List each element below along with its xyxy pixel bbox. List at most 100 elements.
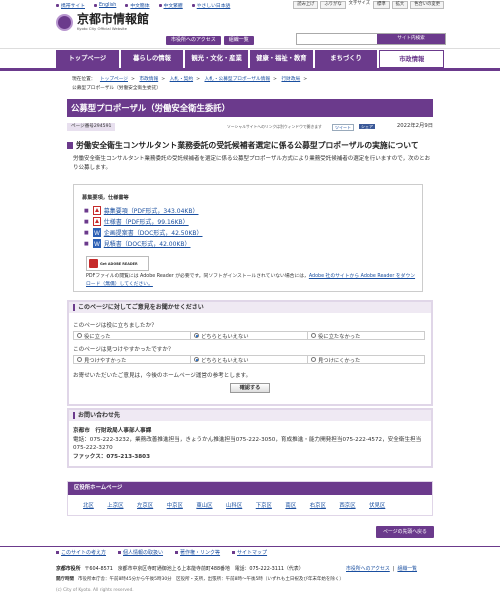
tweet-button[interactable]: ツイート: [332, 124, 354, 131]
square-bullet-icon: [56, 4, 59, 7]
breadcrumb-item[interactable]: 入札・契約: [170, 77, 193, 82]
radio-button[interactable]: [194, 333, 199, 338]
square-bullet-icon: [56, 551, 59, 554]
nav-item-top[interactable]: トップページ: [56, 50, 119, 68]
document-link[interactable]: 募集要項（PDF形式，343.04KB）: [104, 206, 199, 215]
util-link-easy-japanese[interactable]: やさしい日本語: [191, 2, 230, 9]
documents-list: ■ 募集要項（PDF形式，343.04KB） ■ 仕様書（PDF形式，99.16…: [84, 205, 203, 249]
nav-item-tourism[interactable]: 観光・文化・産業: [185, 50, 249, 68]
radio-option[interactable]: 役に立たなかった: [308, 332, 424, 340]
ward-link[interactable]: 伏見区: [369, 501, 385, 509]
font-size-large-button[interactable]: 拡大: [391, 1, 409, 9]
document-link[interactable]: 仕様書（PDF形式，99.16KB）: [104, 217, 189, 226]
confirm-button[interactable]: 確認する: [230, 383, 270, 393]
square-bullet-icon: [118, 551, 122, 554]
document-link[interactable]: 企画提案書（DOC形式，42.50KB）: [104, 228, 203, 237]
footer-org-link[interactable]: 組織一覧: [397, 565, 417, 573]
color-change-button[interactable]: 色合いの変更: [410, 1, 444, 9]
page-number: ページ番号294591: [67, 123, 116, 131]
breadcrumb-item[interactable]: 入札・公募型プロポーザル情報: [204, 77, 270, 82]
back-to-top-button[interactable]: ページの先頭へ戻る: [376, 526, 434, 538]
update-date: 2022年2月9日: [396, 123, 433, 129]
footer-link[interactable]: このサイトの考え方: [56, 549, 106, 556]
word-file-icon: W: [92, 239, 101, 248]
utility-bar: 携帯サイト English 中文簡体 中文繁體 やさしい日本語 読み上げ ふりが…: [0, 0, 500, 9]
util-link-mobile[interactable]: 携帯サイト: [56, 2, 85, 9]
contact-fax: ファックス：075-213-3803: [73, 453, 150, 460]
font-size-standard-button[interactable]: 標準: [373, 1, 390, 9]
util-link-chinese-simplified[interactable]: 中文簡体: [125, 2, 150, 9]
footer-link[interactable]: 著作権・リンク等: [175, 549, 220, 556]
adobe-badge-text: Get ADOBE READER: [100, 261, 138, 266]
furigana-button[interactable]: ふりがな: [320, 1, 346, 9]
svg-text:W: W: [94, 242, 100, 248]
feedback-form: このページに対してご意見をお聞かせください このページは役に立ちましたか？ 役に…: [67, 300, 433, 406]
feedback-question-2: このページは見つけやすかったですか？: [73, 347, 174, 353]
util-link-chinese-traditional[interactable]: 中文繁體: [158, 2, 183, 9]
square-bullet-icon: [232, 551, 236, 554]
nav-underline: [0, 68, 500, 71]
radio-option[interactable]: 役に立った: [74, 332, 191, 340]
ward-link[interactable]: 南区: [285, 501, 296, 509]
ward-link[interactable]: 右京区: [310, 501, 326, 509]
nav-item-city-planning[interactable]: まちづくり: [314, 50, 378, 68]
footer-link[interactable]: サイトマップ: [232, 549, 267, 556]
contact-dept: 京都市 行財政局人事部人事課: [73, 428, 152, 434]
adobe-reader-badge[interactable]: Get ADOBE READER: [86, 256, 149, 271]
nav-item-living[interactable]: 暮らしの情報: [120, 50, 184, 68]
footer-hours-label: 開庁時間: [56, 577, 74, 582]
heading-marker-icon: [73, 412, 75, 419]
footer-address-text: 〒604-8571 京都市中京区寺町通御池上る上本能寺前町488番地 電話：07…: [84, 566, 304, 572]
feedback-options-2: 見つけやすかった どちらともいえない 見つけにくかった: [73, 355, 425, 364]
bullet-icon: ■: [84, 218, 89, 225]
breadcrumb-item[interactable]: 行財政局: [281, 77, 300, 82]
radio-option[interactable]: 見つけにくかった: [308, 356, 424, 364]
radio-option[interactable]: どちらともいえない: [191, 356, 308, 364]
footer-hours-text: 市役所本庁舎：午前8時45分から午後5時30分 区役所・支所，出張所：午前8時～…: [78, 577, 344, 582]
footer-address-label: 京都市役所: [56, 566, 81, 572]
nav-item-health[interactable]: 健康・福祉・教育: [250, 50, 313, 68]
radio-button[interactable]: [311, 333, 316, 338]
ward-link[interactable]: 北区: [83, 501, 94, 509]
city-seal-icon: [56, 13, 73, 31]
square-bullet-icon: [158, 4, 162, 7]
word-file-icon: W: [92, 228, 101, 237]
heading-marker-icon: [73, 304, 75, 311]
font-size-label: 文字サイズ: [348, 1, 371, 6]
radio-option[interactable]: 見つけやすかった: [74, 356, 191, 364]
document-link[interactable]: 見積書（DOC形式，42.00KB）: [104, 239, 191, 248]
access-button[interactable]: 市役所へのアクセス: [166, 36, 221, 45]
heading-marker-icon: [67, 142, 73, 149]
page-meta: ページ番号294591 ソーシャルサイトへのリンクは別ウィンドウで開きます ツイ…: [67, 123, 433, 132]
global-nav: トップページ 暮らしの情報 観光・文化・産業 健康・福祉・教育 まちづくり 市政…: [56, 50, 445, 68]
util-link-english[interactable]: English: [94, 2, 116, 9]
radio-option[interactable]: どちらともいえない: [191, 332, 308, 340]
breadcrumb-item[interactable]: 市政情報: [139, 77, 158, 82]
ward-link[interactable]: 上京区: [107, 501, 123, 509]
radio-button[interactable]: [77, 357, 82, 362]
feedback-question-1: このページは役に立ちましたか？: [73, 323, 157, 329]
ward-link[interactable]: 東山区: [196, 501, 212, 509]
ward-link[interactable]: 山科区: [226, 501, 242, 509]
ward-link[interactable]: 中京区: [167, 501, 183, 509]
radio-button[interactable]: [77, 333, 82, 338]
footer-access-link[interactable]: 市役所へのアクセス: [346, 565, 390, 573]
copyright: (c) City of Kyoto. All rights reserved.: [56, 588, 134, 593]
search-button[interactable]: サイト内検索: [377, 34, 445, 44]
ward-link[interactable]: 下京区: [256, 501, 272, 509]
ward-link[interactable]: 西京区: [339, 501, 355, 509]
org-list-button[interactable]: 組織一覧: [223, 36, 254, 45]
breadcrumb-item[interactable]: トップページ: [100, 77, 128, 82]
radio-button[interactable]: [194, 357, 199, 362]
nav-item-municipal[interactable]: 市政情報: [379, 50, 445, 68]
site-logo[interactable]: 京都市情報館 Kyoto City Official Website: [56, 13, 149, 31]
list-item: ■ 募集要項（PDF形式，343.04KB）: [84, 205, 203, 216]
footer-link[interactable]: 個人情報の取扱い: [118, 549, 163, 556]
read-aloud-button[interactable]: 読み上げ: [293, 1, 319, 9]
facebook-share-button[interactable]: シェア: [359, 124, 375, 129]
social-note: ソーシャルサイトへのリンクは別ウィンドウで開きます: [227, 124, 322, 129]
ward-link[interactable]: 左京区: [137, 501, 153, 509]
pdf-file-icon: [92, 217, 101, 226]
radio-button[interactable]: [311, 357, 316, 362]
adobe-note: PDFファイルの閲覧には Adobe Reader が必要です。同ソフトがインス…: [86, 273, 416, 289]
